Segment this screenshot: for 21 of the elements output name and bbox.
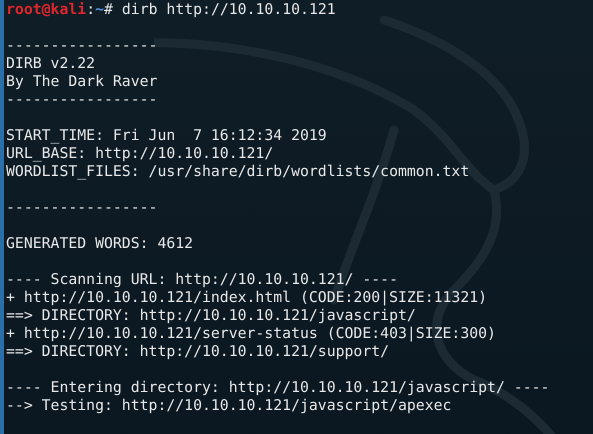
output-line: START_TIME: Fri Jun 7 16:12:34 2019: [6, 127, 328, 145]
command-text: dirb http://10.10.10.121: [122, 1, 336, 19]
output-line: -----------------: [6, 37, 158, 55]
output-line: --> Testing: http://10.10.10.121/javascript/apexec: [6, 397, 452, 415]
prompt-separator: :: [86, 1, 96, 19]
output-line: ==> DIRECTORY: http://10.10.10.121/support/: [6, 343, 390, 361]
output-line: GENERATED WORDS: 4612: [6, 235, 194, 253]
output-line: WORDLIST_FILES: /usr/share/dirb/wordlists/common.txt: [6, 163, 470, 181]
prompt-symbol: #: [104, 1, 113, 19]
prompt-path: ~: [95, 1, 104, 19]
output-line: + http://10.10.10.121/index.html (CODE:200|SIZE:11321): [6, 289, 488, 307]
output-line: URL_BASE: http://10.10.10.121/: [6, 145, 274, 163]
prompt-user: root@kali: [6, 1, 86, 19]
output-line: DIRB v2.22: [6, 55, 96, 73]
output-line: -----------------: [6, 91, 158, 109]
output-line: + http://10.10.10.121/server-status (CODE:403|SIZE:300): [6, 325, 497, 343]
output-line: ---- Scanning URL: http://10.10.10.121/ ----: [6, 271, 399, 289]
output-line: -----------------: [6, 199, 158, 217]
output-line: By The Dark Raver: [6, 73, 158, 91]
output-line: ---- Entering directory: http://10.10.10.121/javascript/ ----: [6, 379, 550, 397]
output-line: ==> DIRECTORY: http://10.10.10.121/javascript/: [6, 307, 417, 325]
